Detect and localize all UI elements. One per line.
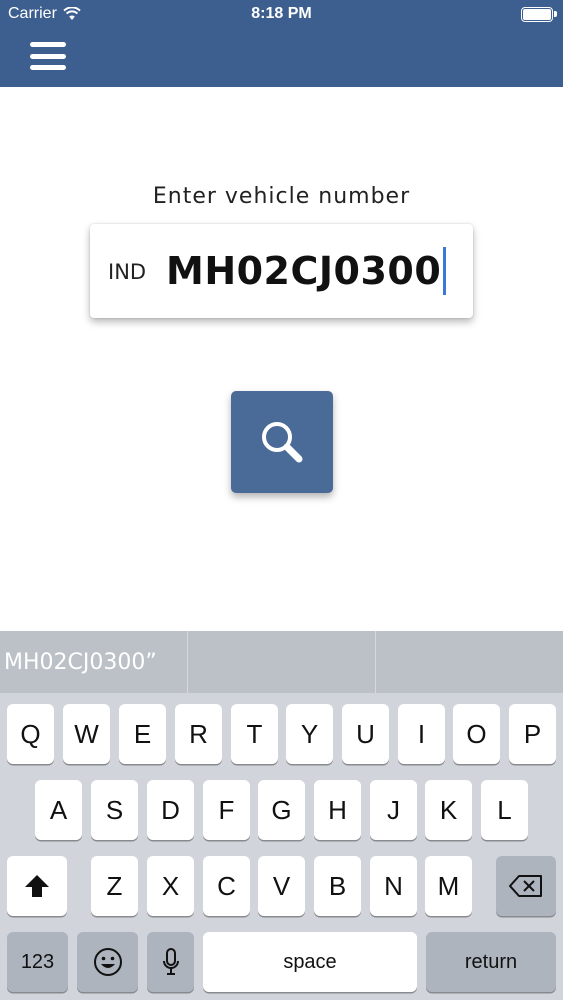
microphone-icon (162, 948, 179, 975)
key-i[interactable]: I (398, 704, 445, 764)
app-header: Carrier 8:18 PM (0, 0, 563, 87)
key-c[interactable]: C (203, 856, 250, 916)
key-u[interactable]: U (342, 704, 389, 764)
hamburger-menu-icon[interactable] (28, 40, 68, 72)
key-b[interactable]: B (314, 856, 361, 916)
suggestion-3[interactable] (376, 631, 563, 693)
status-time: 8:18 PM (251, 5, 312, 22)
key-e[interactable]: E (119, 704, 166, 764)
status-bar: Carrier 8:18 PM (0, 0, 563, 30)
suggestion-1[interactable]: MH02CJ0300” (0, 631, 188, 693)
search-icon (262, 422, 303, 463)
key-v[interactable]: V (258, 856, 305, 916)
space-key[interactable]: space (203, 932, 417, 992)
key-w[interactable]: W (63, 704, 110, 764)
key-x[interactable]: X (147, 856, 194, 916)
microphone-key[interactable] (147, 932, 194, 992)
key-m[interactable]: M (425, 856, 472, 916)
delete-icon (509, 875, 542, 897)
return-key[interactable]: return (426, 932, 556, 992)
key-d[interactable]: D (147, 780, 194, 840)
key-h[interactable]: H (314, 780, 361, 840)
key-j[interactable]: J (370, 780, 417, 840)
key-s[interactable]: S (91, 780, 138, 840)
numbers-key[interactable]: 123 (7, 932, 68, 992)
battery-icon (521, 7, 557, 22)
key-k[interactable]: K (425, 780, 472, 840)
key-y[interactable]: Y (286, 704, 333, 764)
search-button[interactable] (231, 391, 333, 493)
emoji-icon (93, 948, 122, 976)
key-p[interactable]: P (509, 704, 556, 764)
suggestion-bar: MH02CJ0300” (0, 631, 563, 693)
vehicle-number-value-wrap[interactable]: MH02CJ0300 (166, 247, 447, 295)
on-screen-keyboard: MH02CJ0300” Q W E R T Y U I O P A S D F … (0, 631, 563, 1000)
country-prefix: IND (108, 260, 147, 284)
shift-key[interactable] (7, 856, 67, 916)
key-l[interactable]: L (481, 780, 528, 840)
key-t[interactable]: T (231, 704, 278, 764)
vehicle-number-value[interactable]: MH02CJ0300 (166, 249, 441, 293)
vehicle-number-input[interactable]: IND MH02CJ0300 (90, 224, 473, 318)
key-r[interactable]: R (175, 704, 222, 764)
vehicle-number-prompt: Enter vehicle number (152, 184, 411, 209)
key-f[interactable]: F (203, 780, 250, 840)
key-g[interactable]: G (258, 780, 305, 840)
key-z[interactable]: Z (91, 856, 138, 916)
key-q[interactable]: Q (7, 704, 54, 764)
shift-icon (25, 875, 49, 897)
key-a[interactable]: A (35, 780, 82, 840)
suggestion-2[interactable] (188, 631, 376, 693)
key-n[interactable]: N (370, 856, 417, 916)
delete-key[interactable] (496, 856, 556, 916)
emoji-key[interactable] (77, 932, 138, 992)
key-o[interactable]: O (453, 704, 500, 764)
text-caret (443, 247, 447, 295)
